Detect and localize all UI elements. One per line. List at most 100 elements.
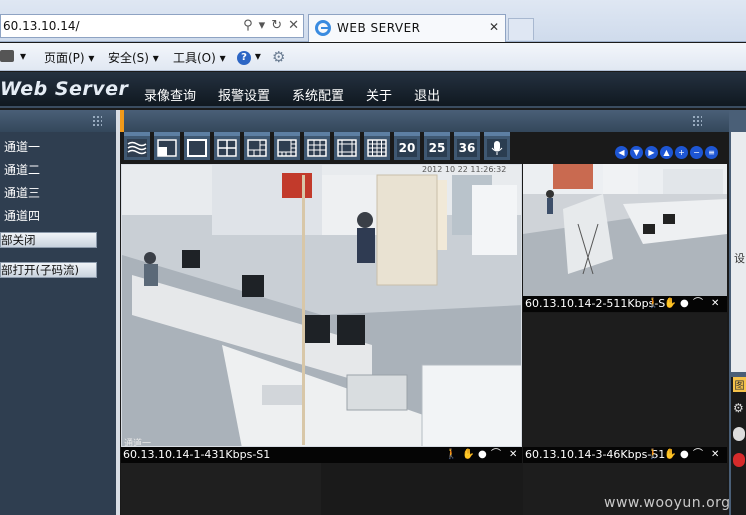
channel-item-3[interactable]: 通道三 [0,182,116,205]
layout-single-icon [157,139,177,157]
layout-13-button[interactable] [334,132,360,160]
security-menu[interactable]: 安全(S) ▾ [108,49,159,66]
menu-recording-query[interactable]: 录像查询 [144,85,196,104]
camera-feed-1 [122,165,521,446]
layout-1-button[interactable] [184,132,210,160]
address-text: 60.13.10.14/ [3,19,80,33]
camera-view-2[interactable] [523,164,727,296]
ptz-controls: ◀ ▼ ▶ ▲ + − ≡ [615,146,718,159]
close-icon[interactable]: ✕ [288,18,299,33]
camera-1-close-icon[interactable]: ✕ [509,447,517,463]
layout-4-button[interactable] [214,132,240,160]
camera-1-channel-label: 通道一 [124,439,152,447]
open-all-substream-button[interactable]: 部打开(子码流) [0,262,97,278]
ie-icon [315,20,331,36]
camera-1-motion-icon[interactable]: 🚶 [445,447,457,463]
ptz-zoom-out-icon[interactable]: − [690,146,703,159]
camera-3-close-icon[interactable]: ✕ [711,447,719,463]
camera-3-status-bar: 60.13.10.14-3-46Kbps-S1 🚶 ✋ ● ⌒ ✕ [523,447,727,463]
camera-1-record-icon[interactable]: ● [478,447,487,463]
ptz-left-icon[interactable]: ◀ [615,146,628,159]
layout-1-small-button[interactable] [154,132,180,160]
sidebar-header [0,110,116,132]
page-menu[interactable]: 页面(P) ▾ [44,49,94,66]
close-all-button[interactable]: 部关闭 [0,232,97,248]
camera-3-record-icon[interactable]: ● [680,447,689,463]
layout-25-button[interactable]: 25 [424,132,450,160]
microphone-button[interactable] [484,132,510,160]
dropdown-icon[interactable]: ▾ [259,18,266,33]
layout-25-label: 25 [427,139,447,157]
camera-2-status-bar: 60.13.10.14-2-511Kbps-S 🚶 ✋ ● ⌒ ✕ [523,296,727,312]
camera-view-4[interactable] [121,463,321,515]
printer-icon[interactable] [0,50,14,62]
channel-sidebar: 通道一 通道二 通道三 通道四 部关闭 部打开(子码流) [0,110,116,515]
app-menubar: Web Server 录像查询 报警设置 系统配置 关于 退出 [0,72,746,108]
ptz-menu-icon[interactable]: ≡ [705,146,718,159]
right-red-icon[interactable] [733,453,745,467]
address-bar[interactable]: 60.13.10.14/ ⚲ ▾ ↻ ✕ [0,14,304,38]
camera-feed-2 [523,164,727,296]
refresh-icon[interactable]: ↻ [271,18,282,33]
ptz-right-icon[interactable]: ▶ [645,146,658,159]
camera-view-1[interactable]: 通道一 2012 10 22 11:26:32 [121,164,522,447]
camera-view-5[interactable] [323,463,522,515]
menu-about[interactable]: 关于 [366,85,392,104]
layout-9-button[interactable] [304,132,330,160]
camera-1-person-icon[interactable]: ✋ [462,447,474,463]
camera-1-status-bar: 60.13.10.14-1-431Kbps-S1 🚶 ✋ ● ⌒ ✕ [121,447,522,463]
menu-logout[interactable]: 退出 [414,85,440,104]
camera-2-person-icon[interactable]: ✋ [664,296,676,312]
layout-quad-icon [217,139,237,157]
new-tab-button[interactable] [508,18,534,40]
help-icon: ? [237,51,251,65]
main-header [124,110,729,132]
camera-2-motion-icon[interactable]: 🚶 [647,296,659,312]
camera-1-status-text: 60.13.10.14-1-431Kbps-S1 [123,448,271,461]
main-grip-icon[interactable] [692,115,702,127]
layout-wave-button[interactable] [124,132,150,160]
watermark: www.wooyun.org [604,495,731,511]
help-menu[interactable]: ? ▾ [237,49,261,65]
printer-dropdown-icon[interactable]: ▾ [20,49,26,63]
layout-6-button[interactable] [244,132,270,160]
ptz-zoom-in-icon[interactable]: + [675,146,688,159]
layout-8-button[interactable] [274,132,300,160]
right-image-label: 图 [733,377,746,392]
browser-tab[interactable]: WEB SERVER ✕ [308,14,506,42]
right-gear-icon[interactable]: ⚙ [733,401,744,415]
browser-command-bar: ▾ 页面(P) ▾ 安全(S) ▾ 工具(O) ▾ ? ▾ ⚙ [0,43,746,71]
camera-view-3[interactable] [523,313,727,447]
channel-item-2[interactable]: 通道二 [0,159,116,182]
menu-alarm-settings[interactable]: 报警设置 [218,85,270,104]
ptz-down-icon[interactable]: ▼ [630,146,643,159]
grip-handle-icon[interactable] [92,115,102,127]
layout-toolbar: 20 25 36 [124,132,510,162]
layout-20-button[interactable]: 20 [394,132,420,160]
layout-thirteen-icon [337,139,357,157]
layout-16-button[interactable] [364,132,390,160]
camera-2-record-icon[interactable]: ● [680,296,689,312]
channel-item-1[interactable]: 通道一 [0,136,116,159]
browser-address-row: 60.13.10.14/ ⚲ ▾ ↻ ✕ WEB SERVER ✕ [0,0,746,42]
right-toggle-icon[interactable] [733,427,745,441]
right-image-panel: 图 ⚙ [731,377,746,515]
camera-2-audio-icon[interactable]: ⌒ [693,296,703,312]
camera-3-audio-icon[interactable]: ⌒ [693,447,703,463]
search-icon[interactable]: ⚲ [243,18,253,33]
tools-menu[interactable]: 工具(O) ▾ [173,49,226,66]
gear-icon[interactable]: ⚙ [272,48,285,66]
layout-20-label: 20 [397,139,417,157]
camera-3-motion-icon[interactable]: 🚶 [647,447,659,463]
channel-item-4[interactable]: 通道四 [0,205,116,228]
camera-1-audio-icon[interactable]: ⌒ [491,447,501,463]
wave-icon [127,141,147,155]
main-menu: 录像查询 报警设置 系统配置 关于 退出 [144,85,440,104]
camera-3-person-icon[interactable]: ✋ [664,447,676,463]
tab-close-icon[interactable]: ✕ [489,20,499,34]
menu-system-config[interactable]: 系统配置 [292,85,344,104]
layout-36-button[interactable]: 36 [454,132,480,160]
layout-nine-icon [307,139,327,157]
camera-2-close-icon[interactable]: ✕ [711,296,719,312]
ptz-up-icon[interactable]: ▲ [660,146,673,159]
